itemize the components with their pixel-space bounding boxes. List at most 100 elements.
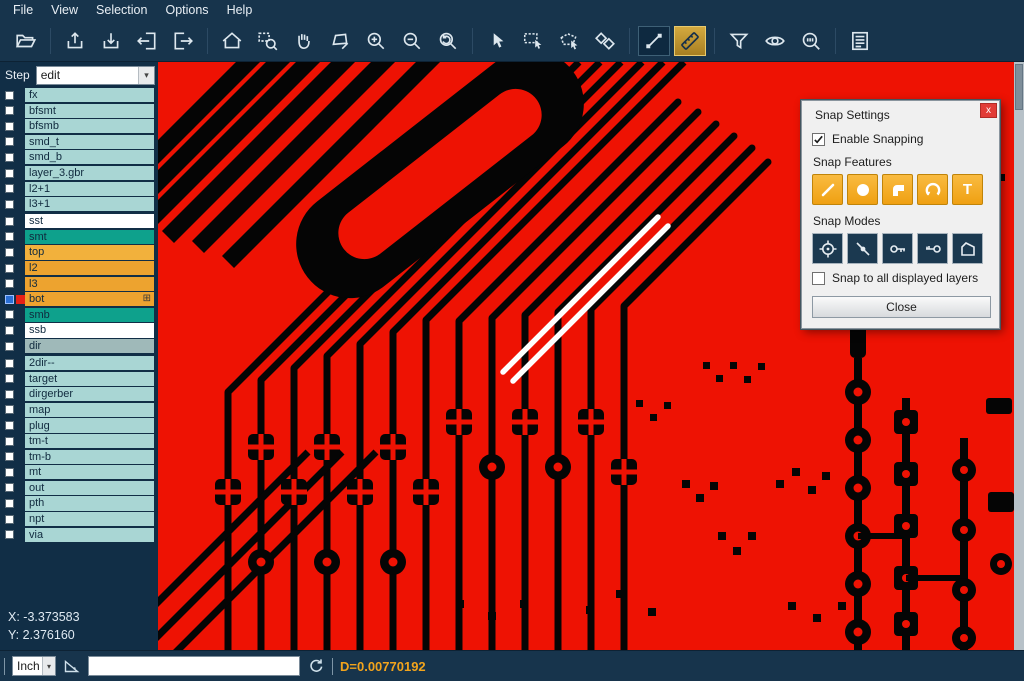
layer-visibility-checkbox[interactable] xyxy=(5,91,14,100)
layer-name[interactable]: top xyxy=(25,245,154,259)
zoom-in-button[interactable] xyxy=(360,26,392,56)
layer-row-l3[interactable]: l3 xyxy=(0,277,158,291)
layer-row-map[interactable]: map xyxy=(0,403,158,417)
layer-name[interactable]: l3 xyxy=(25,277,154,291)
zoom-previous-button[interactable] xyxy=(432,26,464,56)
select-pointer-button[interactable] xyxy=(481,26,513,56)
pan-button[interactable] xyxy=(288,26,320,56)
snap-outline-button[interactable] xyxy=(952,233,983,264)
snap-all-layers-checkbox[interactable] xyxy=(812,272,825,285)
filter-button[interactable] xyxy=(723,26,755,56)
layer-name[interactable]: target xyxy=(25,372,154,386)
refresh-icon[interactable] xyxy=(307,657,325,675)
layer-name[interactable]: l2 xyxy=(25,261,154,275)
layer-visibility-checkbox[interactable] xyxy=(5,468,14,477)
layer-name[interactable]: bfsmb xyxy=(25,119,154,133)
layer-name[interactable]: ssb xyxy=(25,323,154,337)
layer-name[interactable]: dir xyxy=(25,339,154,353)
snap-pad-button[interactable] xyxy=(847,174,878,205)
layer-visibility-checkbox[interactable] xyxy=(5,169,14,178)
report-button[interactable] xyxy=(844,26,876,56)
chevron-down-icon[interactable]: ▾ xyxy=(42,657,55,675)
layer-row-dirgerber[interactable]: dirgerber xyxy=(0,387,158,401)
layer-row-bot[interactable]: bot⊞ xyxy=(0,292,158,306)
layer-row-mt[interactable]: mt xyxy=(0,465,158,479)
layer-visibility-checkbox[interactable] xyxy=(5,374,14,383)
layer-name[interactable]: layer_3.gbr xyxy=(25,166,154,180)
layer-row-smt[interactable]: smt xyxy=(0,230,158,244)
enable-snapping-checkbox[interactable] xyxy=(812,133,825,146)
snap-point-on-line-button[interactable] xyxy=(847,233,878,264)
layer-name[interactable]: tm-t xyxy=(25,434,154,448)
select-objects-button[interactable] xyxy=(589,26,621,56)
layer-row-npt[interactable]: npt xyxy=(0,512,158,526)
layer-visibility-checkbox[interactable] xyxy=(5,153,14,162)
layer-name[interactable]: bfsmt xyxy=(25,104,154,118)
layer-name[interactable]: map xyxy=(25,403,154,417)
layer-visibility-checkbox[interactable] xyxy=(5,310,14,319)
menu-view[interactable]: View xyxy=(42,0,87,20)
layer-name[interactable]: dirgerber xyxy=(25,387,154,401)
layer-visibility-checkbox[interactable] xyxy=(5,437,14,446)
menu-file[interactable]: File xyxy=(4,0,42,20)
layer-name[interactable]: sst xyxy=(25,214,154,228)
layer-name[interactable]: npt xyxy=(25,512,154,526)
layer-name[interactable]: pth xyxy=(25,496,154,510)
layer-row-bfsmb[interactable]: bfsmb xyxy=(0,119,158,133)
layer-visibility-checkbox[interactable] xyxy=(5,248,14,257)
command-input[interactable] xyxy=(88,656,300,676)
snap-key-left-button[interactable] xyxy=(882,233,913,264)
layer-visibility-checkbox[interactable] xyxy=(5,200,14,209)
layer-row-layer_3.gbr[interactable]: layer_3.gbr xyxy=(0,166,158,180)
open-folder-button[interactable] xyxy=(10,26,42,56)
layer-row-smb[interactable]: smb xyxy=(0,308,158,322)
layer-name[interactable]: bot⊞ xyxy=(25,292,154,306)
layer-visibility-checkbox[interactable] xyxy=(5,106,14,115)
layer-visibility-checkbox[interactable] xyxy=(5,405,14,414)
layer-visibility-checkbox[interactable] xyxy=(5,359,14,368)
layer-visibility-checkbox[interactable] xyxy=(5,137,14,146)
snap-center-button[interactable] xyxy=(812,233,843,264)
layer-name[interactable]: smd_t xyxy=(25,135,154,149)
layer-row-2dir--[interactable]: 2dir-- xyxy=(0,356,158,370)
export-right-button[interactable] xyxy=(167,26,199,56)
layer-row-l2+1[interactable]: l2+1 xyxy=(0,182,158,196)
layer-row-via[interactable]: via xyxy=(0,528,158,542)
home-view-button[interactable] xyxy=(216,26,248,56)
layer-visibility-checkbox[interactable] xyxy=(5,499,14,508)
close-button[interactable]: Close xyxy=(812,296,991,318)
zoom-out-button[interactable] xyxy=(396,26,428,56)
snap-arc-button[interactable] xyxy=(917,174,948,205)
layer-row-pth[interactable]: pth xyxy=(0,496,158,510)
vertical-scrollbar[interactable] xyxy=(1014,62,1024,650)
measure-ruler-button[interactable] xyxy=(674,26,706,56)
import-left-button[interactable] xyxy=(131,26,163,56)
snap-all-layers-row[interactable]: Snap to all displayed layers xyxy=(812,271,989,285)
snap-key-right-button[interactable] xyxy=(917,233,948,264)
import-bottom-button[interactable] xyxy=(95,26,127,56)
menu-options[interactable]: Options xyxy=(156,0,217,20)
chevron-down-icon[interactable]: ▾ xyxy=(138,67,154,84)
layer-name[interactable]: l3+1 xyxy=(25,197,154,211)
layer-visibility-checkbox[interactable] xyxy=(5,326,14,335)
layer-row-tm-t[interactable]: tm-t xyxy=(0,434,158,448)
snap-text-button[interactable]: T xyxy=(952,174,983,205)
layer-visibility-checkbox[interactable] xyxy=(5,342,14,351)
layer-row-tm-b[interactable]: tm-b xyxy=(0,450,158,464)
measure-area-button[interactable] xyxy=(324,26,356,56)
enable-snapping-row[interactable]: Enable Snapping xyxy=(812,132,989,146)
layer-name[interactable]: tm-b xyxy=(25,450,154,464)
layer-row-bfsmt[interactable]: bfsmt xyxy=(0,104,158,118)
step-select[interactable]: edit ▾ xyxy=(36,66,155,85)
layer-visibility-checkbox[interactable] xyxy=(5,232,14,241)
draw-line-button[interactable] xyxy=(638,26,670,56)
layer-row-dir[interactable]: dir xyxy=(0,339,158,353)
layer-name[interactable]: via xyxy=(25,528,154,542)
layer-row-sst[interactable]: sst xyxy=(0,214,158,228)
layer-name[interactable]: smt xyxy=(25,230,154,244)
layer-visibility-checkbox[interactable] xyxy=(5,421,14,430)
layer-row-smd_t[interactable]: smd_t xyxy=(0,135,158,149)
layer-name[interactable]: plug xyxy=(25,418,154,432)
layer-name[interactable]: fx xyxy=(25,88,154,102)
close-icon[interactable]: x xyxy=(980,103,997,118)
